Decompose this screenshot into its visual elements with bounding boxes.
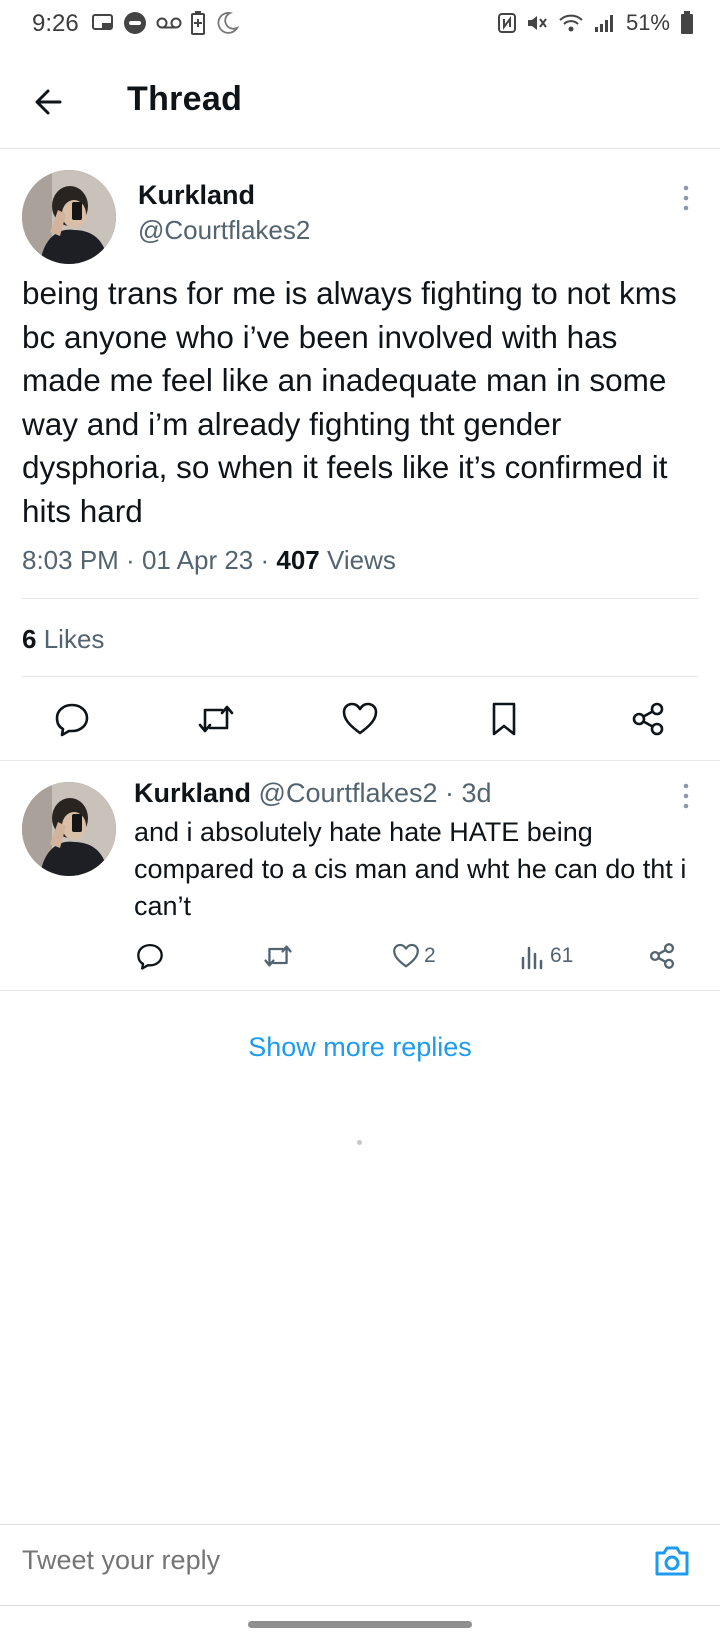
reply-composer	[0, 1524, 720, 1606]
nfc-icon	[497, 13, 516, 33]
views-icon	[521, 946, 543, 970]
views-label: Views	[326, 545, 396, 575]
tweet-text: being trans for me is always fighting to…	[22, 275, 677, 529]
likes-count: 6	[22, 624, 37, 654]
tweet-time: 8:03 PM	[22, 545, 119, 575]
reply-like-button[interactable]: 2	[392, 942, 436, 970]
loading-indicator	[357, 1140, 362, 1145]
avatar[interactable]	[22, 170, 116, 264]
author-name[interactable]: Kurkland	[138, 180, 255, 211]
retweet-icon	[198, 705, 234, 733]
reply-button[interactable]	[50, 697, 94, 741]
divider	[0, 990, 720, 991]
divider	[22, 598, 698, 599]
tweet-date: 01 Apr 23	[141, 545, 254, 575]
profile-photo	[22, 170, 116, 264]
status-notification-icons	[92, 10, 240, 36]
do-not-disturb-moon-icon	[217, 12, 240, 34]
home-indicator	[248, 1621, 472, 1628]
status-system-icons: 51%	[497, 10, 694, 36]
status-time: 9:26	[32, 10, 79, 37]
retweet-button[interactable]	[194, 697, 238, 741]
camera-icon	[655, 1546, 689, 1576]
reply-share-button[interactable]	[648, 942, 676, 970]
reply-avatar[interactable]	[22, 782, 116, 876]
divider	[22, 676, 698, 677]
reply-like-count: 2	[424, 944, 436, 967]
divider	[0, 760, 720, 761]
share-icon	[649, 943, 675, 969]
status-bar: 9:26 51%	[0, 0, 720, 54]
mute-icon	[527, 16, 547, 30]
game-controller-icon	[124, 12, 146, 34]
reply-text: and i absolutely hate hate HATE being co…	[134, 817, 687, 921]
reply-view-count: 61	[550, 944, 574, 967]
tweet-more-button[interactable]	[676, 184, 696, 212]
wifi-icon	[559, 14, 583, 32]
reply-header: Kurkland @Courtflakes2 · 3d	[134, 778, 492, 808]
thread-header: Thread	[0, 54, 720, 149]
show-more-replies-link[interactable]: Show more replies	[0, 1032, 720, 1063]
reply-reply-button[interactable]	[136, 942, 164, 970]
author-handle[interactable]: @Courtflakes2	[138, 215, 310, 246]
reply-input[interactable]	[22, 1545, 582, 1576]
more-vertical-icon	[683, 783, 689, 809]
reply-more-button[interactable]	[676, 782, 696, 810]
voicemail-icon	[156, 17, 182, 29]
views-count: 407	[276, 545, 320, 575]
bookmark-icon	[492, 702, 516, 736]
cast-icon	[92, 14, 113, 30]
share-icon	[632, 702, 664, 736]
reply-views-button[interactable]: 61	[520, 942, 573, 970]
retweet-icon	[264, 945, 292, 967]
like-icon	[393, 943, 419, 968]
reply-author-handle[interactable]: @Courtflakes2	[259, 778, 438, 808]
like-icon	[342, 702, 378, 735]
page-title: Thread	[127, 80, 243, 118]
bookmark-button[interactable]	[482, 697, 526, 741]
reply-icon	[55, 703, 89, 737]
signal-icon	[594, 15, 613, 32]
reply-author-name[interactable]: Kurkland	[134, 778, 251, 808]
likes-summary[interactable]: 6 Likes	[22, 624, 104, 655]
more-vertical-icon	[683, 185, 689, 211]
reply-age: 3d	[461, 778, 492, 808]
likes-label: Likes	[43, 624, 105, 654]
reply-icon	[137, 943, 163, 970]
battery-percent: 51%	[625, 10, 670, 35]
share-button[interactable]	[626, 697, 670, 741]
back-arrow-icon	[35, 89, 62, 115]
battery-saver-icon	[191, 11, 205, 35]
camera-button[interactable]	[652, 1541, 696, 1585]
back-button[interactable]	[28, 80, 72, 124]
battery-icon	[681, 11, 693, 34]
tweet-meta: 8:03 PM · 01 Apr 23 · 407 Views	[22, 545, 396, 575]
profile-photo	[22, 782, 116, 876]
reply-retweet-button[interactable]	[262, 942, 294, 970]
like-button[interactable]	[338, 697, 382, 741]
